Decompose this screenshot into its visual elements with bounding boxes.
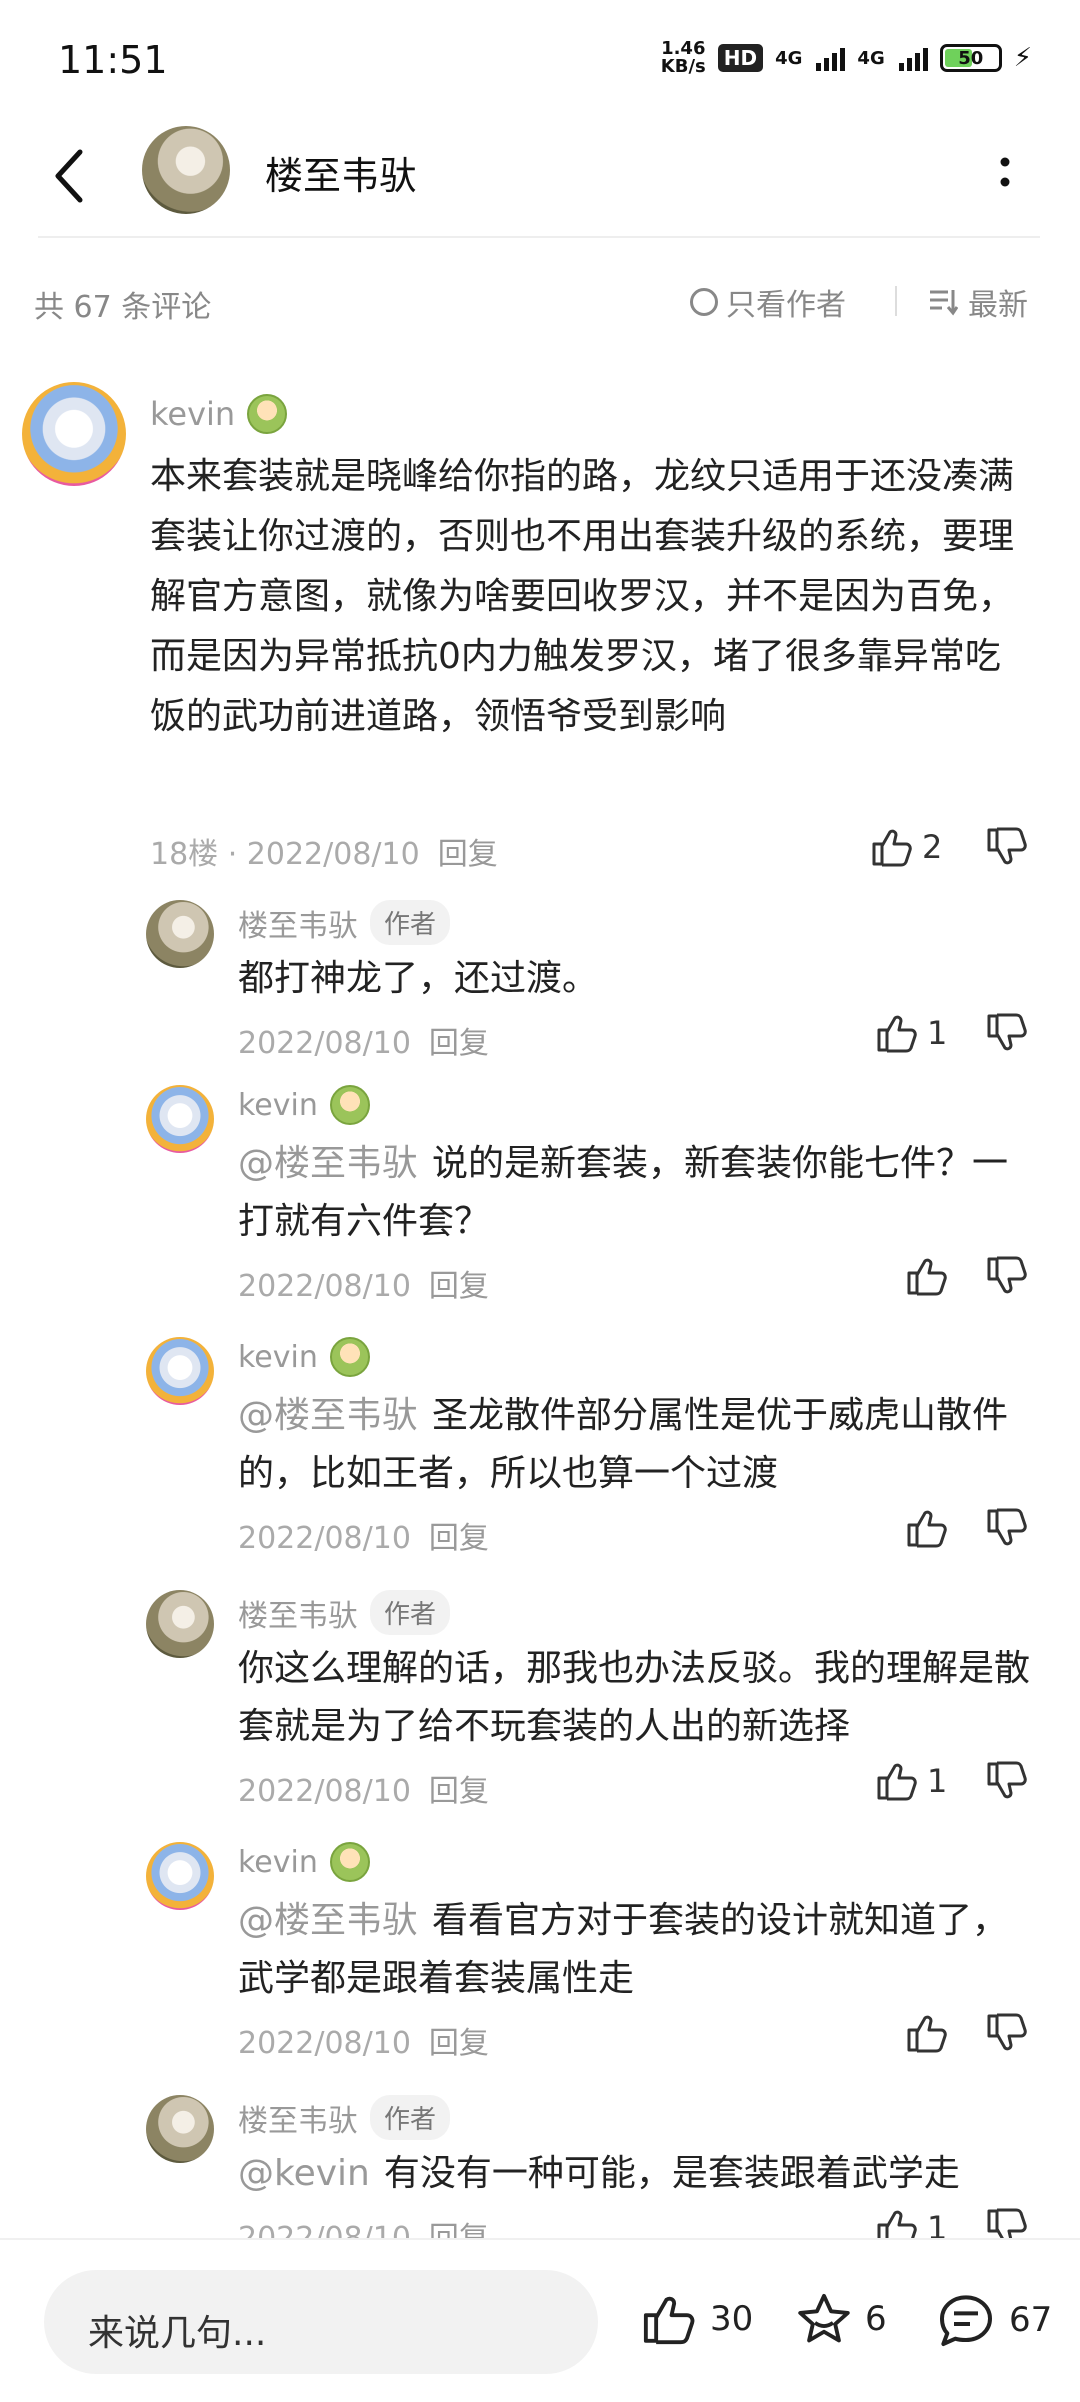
thumbs-up-icon	[877, 1763, 917, 1801]
bottom-like-button[interactable]: 30	[640, 2292, 753, 2346]
network-type-1: 4G	[775, 47, 803, 69]
reply-avatar[interactable]	[146, 1590, 214, 1658]
reply-username[interactable]: 楼至韦驮 作者	[238, 2095, 451, 2140]
reply-button[interactable]: 回复	[438, 837, 498, 872]
like-button[interactable]	[905, 1507, 949, 1549]
bottom-bar: 来说几句... 30 6 67	[0, 2238, 1080, 2402]
comment-text: 本来套装就是晓峰给你指的路，龙纹只适用于还没凑满套装让你过渡的，否则也不用出套装…	[150, 456, 1015, 737]
user-badge-icon	[329, 1842, 370, 1882]
reply-meta: 2022/08/10回复	[238, 2026, 489, 2061]
net-speed: 1.46 KB/s	[660, 38, 706, 77]
status-bar: 11:51 1.46 KB/s HD 4G 4G 50 ⚡	[0, 0, 1080, 120]
reply-text: @楼至韦驮 看看官方对于套装的设计就知道了，武学都是跟着套装属性走	[238, 1900, 1009, 1999]
reply-mention[interactable]: @楼至韦驮	[238, 1143, 418, 1184]
header-divider	[38, 236, 1040, 238]
reply-username[interactable]: 楼至韦驮 作者	[238, 900, 451, 945]
comment-count: 共 67 条评论	[34, 290, 212, 325]
comment-username[interactable]: kevin	[150, 394, 288, 434]
bottom-comment-button[interactable]: 67	[935, 2292, 1052, 2348]
thumbs-down-icon[interactable]	[985, 1507, 1029, 1549]
signal-icon	[816, 45, 846, 71]
sort-latest-button[interactable]: 最新	[928, 280, 1028, 324]
author-tag: 作者	[370, 2095, 451, 2140]
reply-button[interactable]: 回复	[429, 1521, 489, 1556]
thumbs-down-icon[interactable]	[985, 1760, 1029, 1802]
reply-mention[interactable]: @kevin	[238, 2153, 370, 2194]
reply-meta: 2022/08/10回复	[238, 1026, 489, 1061]
status-time: 11:51	[58, 38, 168, 82]
thumbs-down-icon[interactable]	[985, 2012, 1029, 2054]
radio-icon	[690, 288, 718, 316]
reply-text: 你这么理解的话，那我也办法反驳。我的理解是散套就是为了给不玩套装的人出的新选择	[238, 1648, 1031, 1747]
reply-avatar[interactable]	[146, 900, 214, 968]
reply-username[interactable]: kevin	[238, 1337, 370, 1377]
author-tag: 作者	[370, 900, 451, 945]
reply-button[interactable]: 回复	[429, 1026, 489, 1061]
reply-text: @楼至韦驮 圣龙散件部分属性是优于威虎山散件的，比如王者，所以也算一个过渡	[238, 1395, 1009, 1494]
reply-username[interactable]: 楼至韦驮 作者	[238, 1590, 451, 1635]
network-type-2: 4G	[857, 47, 885, 69]
back-icon[interactable]	[50, 146, 90, 206]
battery-icon: 50	[939, 44, 1002, 72]
reply-text: 都打神龙了，还过渡。	[238, 958, 599, 999]
comment-input[interactable]: 来说几句...	[44, 2270, 598, 2374]
reply-button[interactable]: 回复	[429, 1774, 489, 1809]
reply-meta: 2022/08/10回复	[238, 1774, 489, 1809]
sort-separator	[895, 286, 897, 316]
user-badge-icon	[329, 1337, 370, 1377]
user-badge-icon	[329, 1085, 370, 1125]
thumbs-up-icon	[877, 1015, 917, 1053]
like-button[interactable]	[905, 2012, 949, 2054]
thumbs-up-icon	[907, 1510, 947, 1548]
comment-meta: 18楼 · 2022/08/10 回复	[150, 837, 498, 872]
more-icon[interactable]	[990, 150, 1020, 194]
reply-avatar[interactable]	[146, 1085, 214, 1153]
bottom-favorite-button[interactable]: 6	[795, 2292, 887, 2346]
thumbs-up-icon	[872, 829, 912, 867]
hd-icon: HD	[717, 44, 764, 72]
thumbs-down-icon[interactable]	[985, 1012, 1029, 1054]
author-only-toggle[interactable]: 只看作者	[690, 280, 846, 324]
reply-meta: 2022/08/10回复	[238, 1269, 489, 1304]
status-icons: 1.46 KB/s HD 4G 4G 50 ⚡	[661, 40, 1032, 76]
thumbs-up-icon	[643, 2296, 695, 2345]
page-title: 楼至韦驮	[265, 154, 418, 198]
reply-meta: 2022/08/10回复	[238, 1521, 489, 1556]
charging-icon: ⚡	[1013, 43, 1032, 73]
reply-mention[interactable]: @楼至韦驮	[238, 1395, 418, 1436]
reply-text: @楼至韦驮 说的是新套装，新套装你能七件？一打就有六件套？	[238, 1143, 1009, 1242]
reply-mention[interactable]: @楼至韦驮	[238, 1900, 418, 1941]
thumbs-up-icon	[907, 2015, 947, 2053]
thumbs-down-icon[interactable]	[985, 1255, 1029, 1297]
comment-bubble-icon	[940, 2295, 992, 2346]
thumbs-down-icon[interactable]	[985, 826, 1029, 868]
sort-icon	[930, 290, 958, 316]
reply-text: @kevin 有没有一种可能，是套装跟着武学走	[238, 2153, 960, 2194]
author-tag: 作者	[370, 1590, 451, 1635]
like-button[interactable]: 2	[870, 826, 942, 868]
reply-button[interactable]: 回复	[429, 1269, 489, 1304]
like-button[interactable]: 1	[875, 1012, 947, 1054]
user-badge-icon	[247, 394, 288, 434]
thumbs-up-icon	[907, 1258, 947, 1296]
reply-username[interactable]: kevin	[238, 1842, 370, 1882]
reply-avatar[interactable]	[146, 1337, 214, 1405]
like-button[interactable]: 1	[875, 1760, 947, 1802]
reply-button[interactable]: 回复	[429, 2026, 489, 2061]
reply-username[interactable]: kevin	[238, 1085, 370, 1125]
star-icon	[798, 2293, 850, 2343]
like-button[interactable]	[905, 1255, 949, 1297]
commenter-avatar[interactable]	[22, 382, 126, 486]
reply-avatar[interactable]	[146, 2095, 214, 2163]
comment-sort-bar: 共 67 条评论 只看作者 最新	[0, 270, 1080, 330]
author-avatar[interactable]	[142, 126, 230, 214]
signal-icon-2	[898, 45, 928, 71]
reply-avatar[interactable]	[146, 1842, 214, 1910]
